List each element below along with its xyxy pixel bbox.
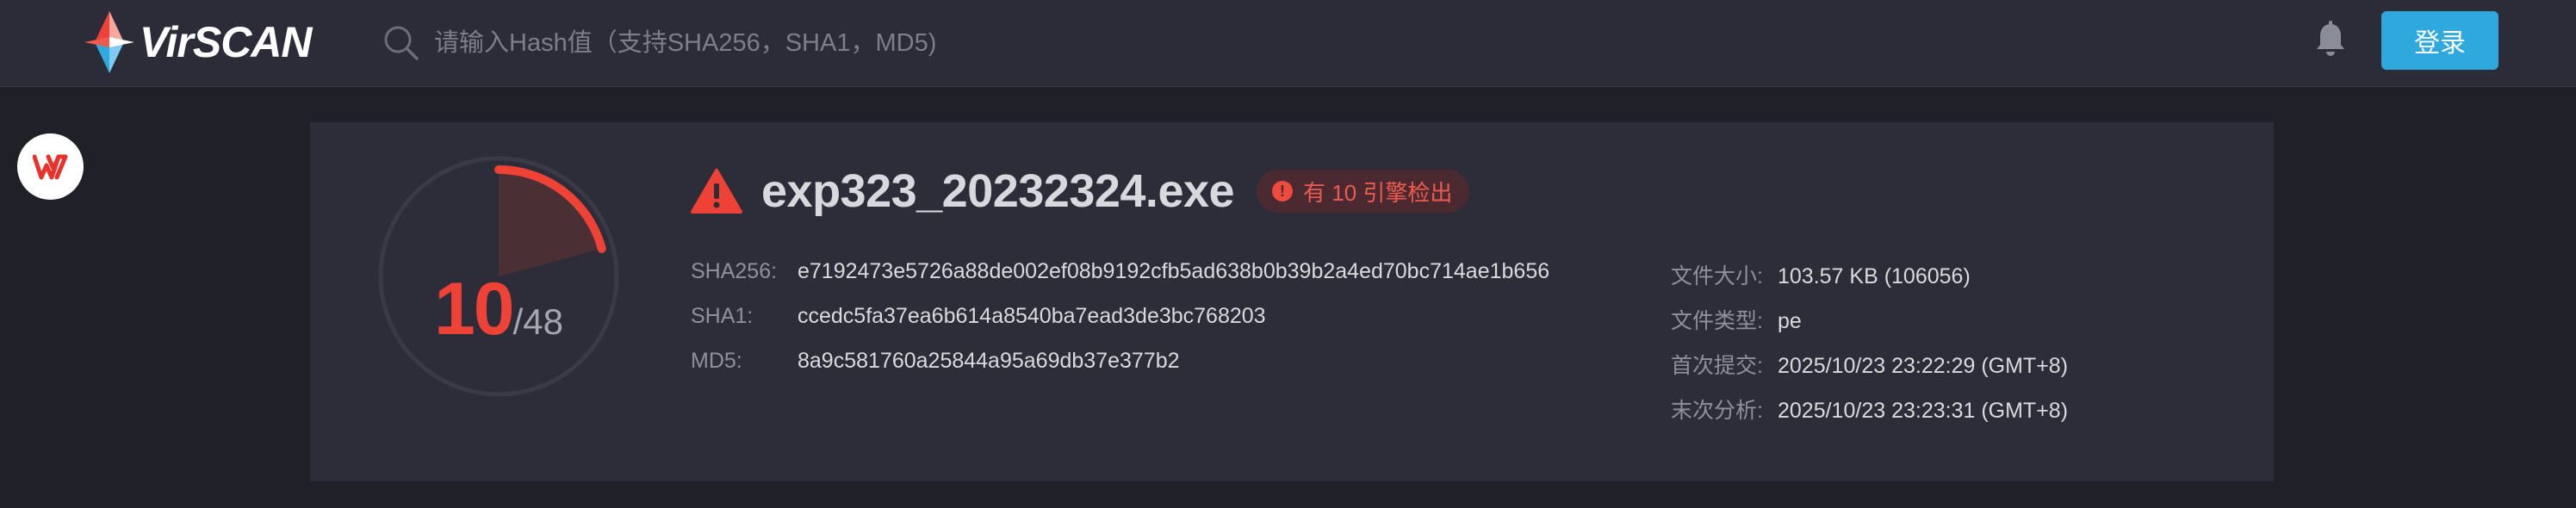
- hash-row-sha1: SHA1: ccedc5fa37ea6b614a8540ba7ead3de3bc7…: [691, 304, 1266, 329]
- detected-count: 10: [433, 268, 515, 350]
- bell-icon[interactable]: [2313, 21, 2348, 59]
- hash-value[interactable]: e7192473e5726a88de002ef08b9192cfb5ad638b…: [798, 259, 1549, 284]
- meta-value: 103.57 KB (106056): [1778, 264, 1971, 288]
- meta-label: 文件大小:: [1671, 264, 1763, 288]
- meta-row-file-size: 文件大小: 103.57 KB (106056): [1671, 259, 1971, 290]
- meta-label: 首次提交:: [1671, 354, 1763, 378]
- detection-ratio-gauge: 10/48: [377, 155, 620, 398]
- scan-result-card: 10/48 exp323_20232324.exe ! 有 10 引擎检出 SH…: [310, 122, 2274, 481]
- engine-total: /48: [512, 301, 564, 342]
- file-name: exp323_20232324.exe: [761, 165, 1235, 217]
- login-button[interactable]: 登录: [2381, 11, 2498, 70]
- hash-label: MD5:: [691, 349, 742, 373]
- hash-row-md5: MD5: 8a9c581760a25844a95a69db37e377b2: [691, 349, 1180, 374]
- meta-row-last-analysis: 末次分析: 2025/10/23 23:23:31 (GMT+8): [1671, 393, 2068, 424]
- top-navigation-bar: VirSCAN 登录: [0, 0, 2576, 87]
- meta-label: 末次分析:: [1671, 399, 1763, 423]
- hash-label: SHA1:: [691, 304, 754, 328]
- alert-circle-icon: !: [1272, 181, 1294, 201]
- hash-value[interactable]: 8a9c581760a25844a95a69db37e377b2: [798, 349, 1180, 374]
- side-floating-button[interactable]: [17, 133, 84, 200]
- wps-icon: [32, 154, 67, 179]
- meta-value: 2025/10/23 23:23:31 (GMT+8): [1778, 399, 2069, 423]
- detection-badge-text: 有 10 引擎检出: [1303, 179, 1453, 206]
- hash-row-sha256: SHA256: e7192473e5726a88de002ef08b9192cfb…: [691, 259, 1549, 284]
- detection-badge: ! 有 10 引擎检出: [1257, 170, 1470, 213]
- meta-value: pe: [1778, 309, 1802, 333]
- hash-search-bar[interactable]: [382, 19, 1330, 67]
- hash-label: SHA256:: [691, 259, 778, 283]
- hash-search-input[interactable]: [434, 28, 1295, 58]
- gauge-detected-sector: [499, 174, 598, 276]
- logo-text: VirSCAN: [140, 18, 313, 66]
- meta-value: 2025/10/23 23:22:29 (GMT+8): [1778, 354, 2069, 378]
- meta-label: 文件类型:: [1671, 309, 1763, 333]
- file-header: exp323_20232324.exe ! 有 10 引擎检出: [691, 157, 1470, 226]
- virscan-logo[interactable]: VirSCAN: [84, 10, 313, 74]
- search-icon[interactable]: [382, 24, 420, 62]
- meta-row-first-submit: 首次提交: 2025/10/23 23:22:29 (GMT+8): [1671, 349, 2068, 380]
- warning-icon: [691, 169, 742, 214]
- gauge-count: 10/48: [377, 267, 620, 352]
- hash-value[interactable]: ccedc5fa37ea6b614a8540ba7ead3de3bc768203: [798, 304, 1266, 329]
- logo-mark-icon: [84, 11, 134, 73]
- meta-row-file-type: 文件类型: pe: [1671, 304, 1802, 335]
